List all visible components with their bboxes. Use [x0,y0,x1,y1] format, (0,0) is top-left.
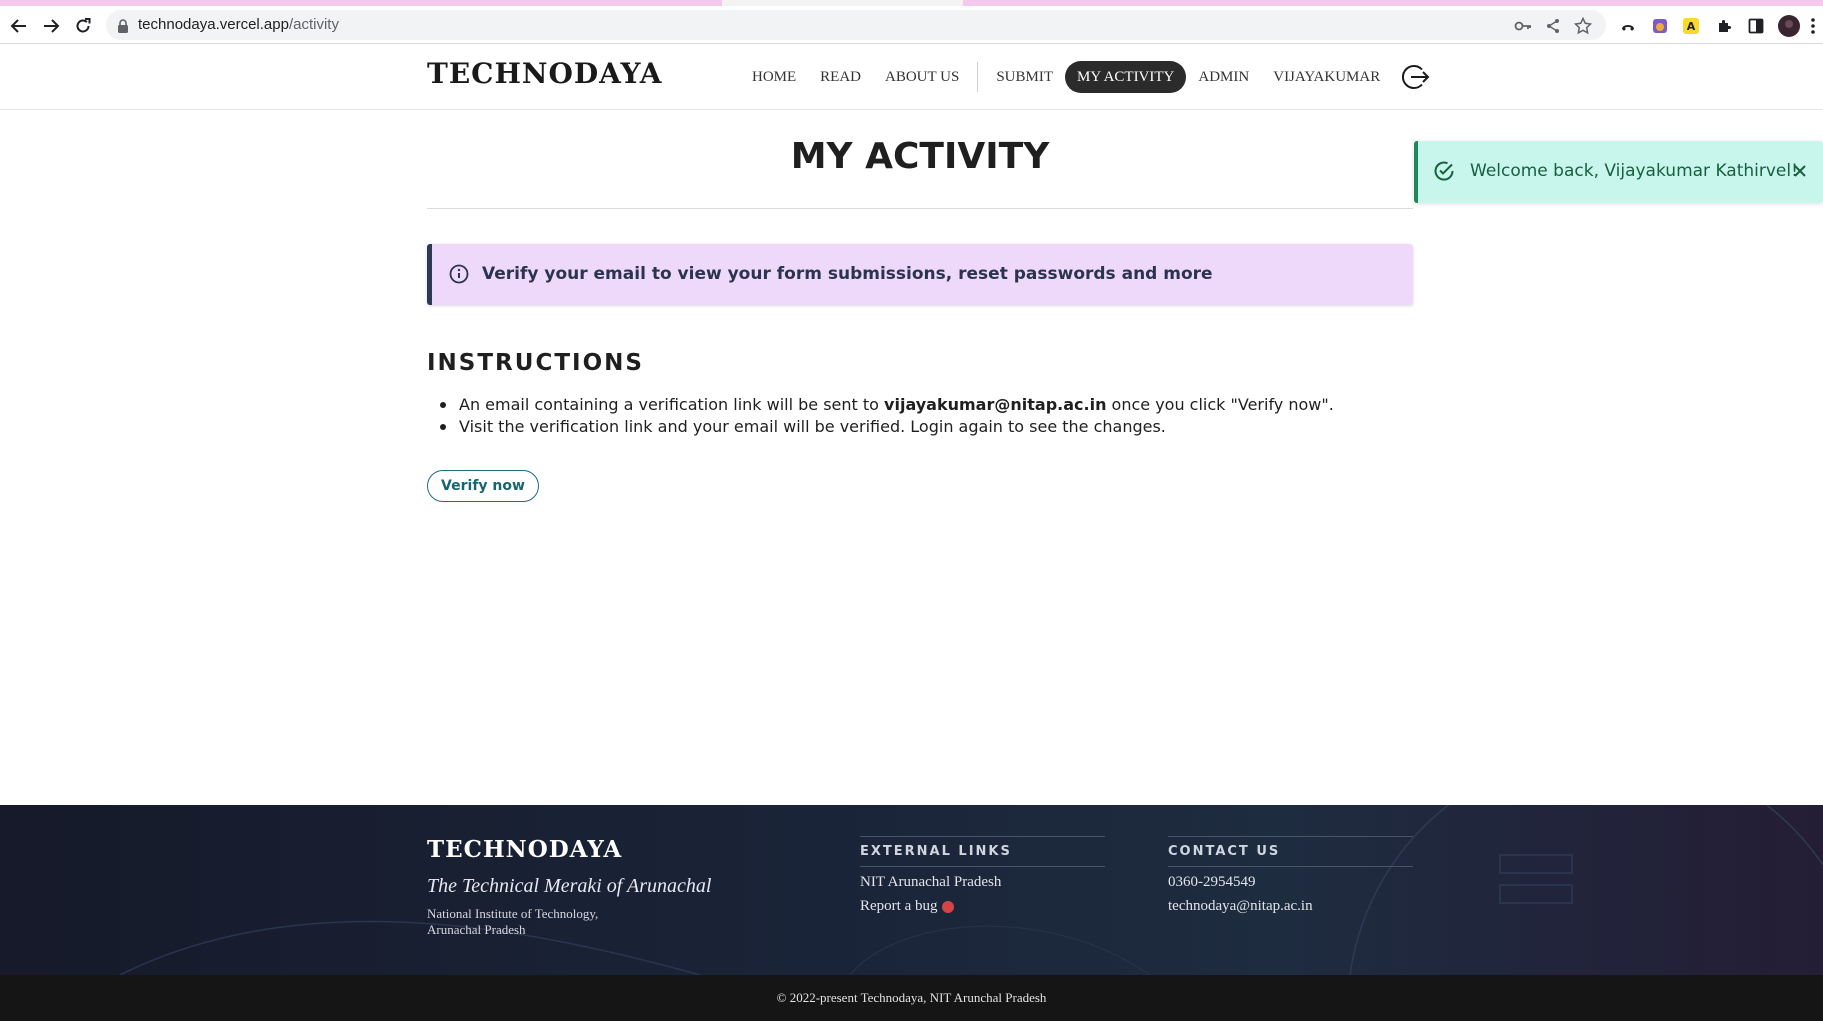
logout-icon[interactable] [1400,62,1430,92]
browser-toolbar: technodaya.vercel.app/activity A [0,6,1823,44]
close-icon[interactable] [1793,163,1807,182]
contact-email[interactable]: technodaya@nitap.ac.in [1168,898,1413,915]
puzzle-icon[interactable] [1714,16,1734,36]
contact-heading: CONTACT US [1168,836,1413,867]
site-footer: TECHNODAYA The Technical Meraki of Aruna… [0,805,1823,975]
verify-now-button[interactable]: Verify now [427,470,539,502]
copyright-bar: © 2022-present Technodaya, NIT Arunchal … [0,975,1823,1021]
list-item: An email containing a verification link … [440,394,1334,416]
external-links-heading: EXTERNAL LINKS [860,836,1105,867]
footer-logo[interactable]: TECHNODAYA [427,836,622,863]
report-bug-link[interactable]: Report a bug [860,898,1105,915]
share-icon[interactable] [1544,17,1562,35]
key-icon[interactable] [1514,17,1532,35]
list-item: Visit the verification link and your ema… [440,416,1334,438]
nav-divider [977,62,979,92]
url-text: technodaya.vercel.app/activity [138,16,339,33]
instructions-heading: INSTRUCTIONS [427,350,644,376]
verify-email-alert: Verify your email to view your form subm… [427,244,1413,305]
forward-icon[interactable] [40,15,62,37]
user-email: vijayakumar@nitap.ac.in [884,395,1107,414]
nav-user-profile[interactable]: VIJAYAKUMAR [1261,61,1392,93]
footer-external-links: EXTERNAL LINKS NIT Arunachal Pradesh Rep… [860,836,1105,915]
welcome-toast: Welcome back, Vijayakumar Kathirvel! [1414,141,1823,203]
nav-admin[interactable]: ADMIN [1186,61,1261,93]
alert-text: Verify your email to view your form subm… [482,264,1213,284]
side-panel-icon[interactable] [1746,16,1766,36]
footer-tagline: The Technical Meraki of Arunachal [427,875,712,897]
nav-home[interactable]: HOME [740,61,808,93]
nit-link[interactable]: NIT Arunachal Pradesh [860,874,1105,891]
toast-message: Welcome back, Vijayakumar Kathirvel! [1470,161,1798,181]
site-header: TECHNODAYA HOME READ ABOUT US SUBMIT MY … [0,45,1823,110]
page-title: MY ACTIVITY [790,136,1050,177]
nav-about-us[interactable]: ABOUT US [873,61,971,93]
site-logo[interactable]: TECHNODAYA [427,57,662,90]
nav-read[interactable]: READ [808,61,873,93]
contact-phone[interactable]: 0360-2954549 [1168,874,1413,891]
info-icon [449,264,469,288]
back-icon[interactable] [8,15,30,37]
extension-icon[interactable] [1650,16,1670,36]
extension-icon[interactable]: A [1683,18,1699,34]
bug-icon [942,900,955,913]
title-divider [427,208,1413,209]
footer-institute: National Institute of Technology, Arunac… [427,906,599,937]
bookmark-star-icon[interactable] [1574,17,1592,35]
nav-submit[interactable]: SUBMIT [984,61,1065,93]
reload-icon[interactable] [72,15,94,37]
kebab-menu-icon[interactable] [1808,16,1818,36]
footer-contact: CONTACT US 0360-2954549 technodaya@nitap… [1168,836,1413,915]
main-nav: HOME READ ABOUT US SUBMIT MY ACTIVITY AD… [740,61,1430,93]
lock-icon [117,18,129,37]
profile-avatar[interactable] [1778,15,1800,37]
check-circle-icon [1433,160,1455,186]
instructions-list: An email containing a verification link … [440,394,1334,438]
address-bar[interactable]: technodaya.vercel.app/activity [106,10,1606,40]
extension-icon[interactable] [1618,16,1638,36]
nav-my-activity[interactable]: MY ACTIVITY [1065,61,1187,93]
